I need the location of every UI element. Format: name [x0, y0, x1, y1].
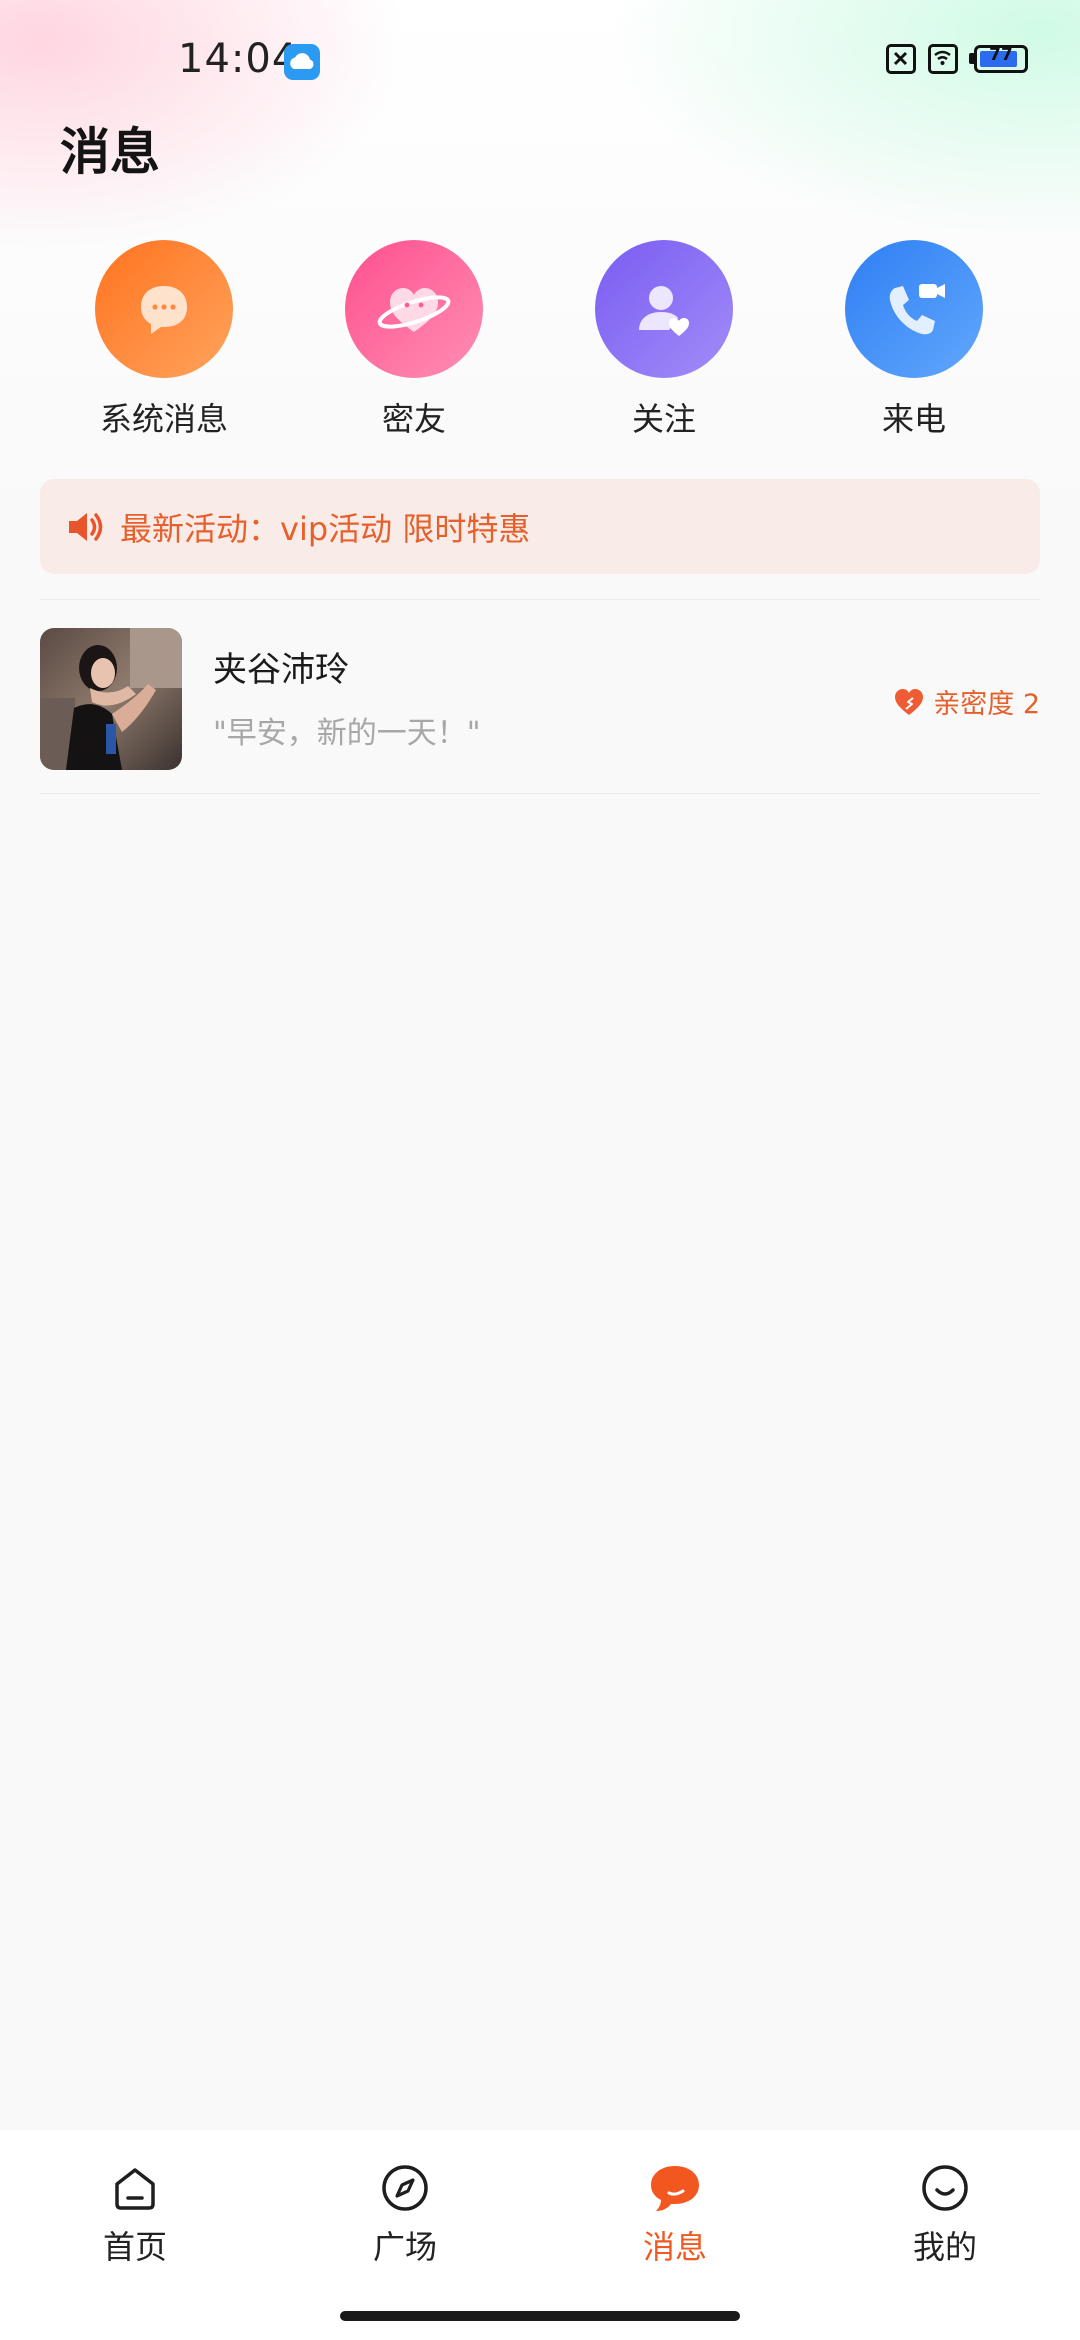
nav-item-messages[interactable]: 消息: [575, 2160, 775, 2268]
bottom-nav: 首页 广场 消息 我的: [0, 2130, 1080, 2340]
home-icon: [115, 2168, 155, 2210]
announcement-banner[interactable]: 最新活动：vip活动 限时特惠: [40, 479, 1040, 574]
shortcut-label: 关注: [631, 400, 696, 438]
cloud-notification-icon: [284, 44, 320, 80]
intimacy-badge: 亲密度 2: [893, 682, 1040, 721]
battery-indicator: 77: [969, 45, 1028, 73]
home-indicator[interactable]: [340, 2311, 740, 2321]
wifi-icon: [928, 44, 958, 74]
page-title: 消息: [60, 123, 160, 181]
phone-video-icon: [845, 240, 983, 378]
message-icon: [651, 2166, 699, 2211]
person-heart-icon: [595, 240, 733, 378]
divider: [40, 793, 1040, 794]
divider: [40, 599, 1040, 600]
smile-icon: [922, 2165, 968, 2211]
chat-bubble-icon: [95, 240, 233, 378]
heart-icon: [895, 688, 924, 715]
intimacy-label: 亲密度 2: [933, 689, 1040, 720]
status-icons: 77: [886, 44, 1028, 74]
speaker-icon: [69, 512, 103, 541]
battery-level: 77: [989, 45, 1013, 65]
no-sim-icon: [886, 44, 916, 74]
chat-name: 夹谷沛玲: [213, 650, 349, 690]
nav-item-home[interactable]: 首页: [35, 2160, 235, 2268]
nav-label: 消息: [642, 2228, 707, 2266]
shortcut-following[interactable]: 关注: [564, 240, 764, 440]
status-time: 14:04: [178, 36, 299, 82]
nav-label: 我的: [912, 2228, 977, 2266]
banner-text: 最新活动：vip活动 限时特惠: [120, 509, 531, 548]
shortcut-close-friends[interactable]: 密友: [314, 240, 514, 440]
shortcut-label: 来电: [881, 400, 946, 438]
avatar: [40, 628, 182, 770]
nav-item-me[interactable]: 我的: [845, 2160, 1045, 2268]
shortcut-label: 系统消息: [99, 400, 228, 438]
nav-label: 首页: [102, 2228, 167, 2266]
status-bar: 14:04 77: [0, 0, 1080, 120]
chat-preview: "早安，新的一天！": [213, 716, 481, 751]
shortcut-system-messages[interactable]: 系统消息: [64, 240, 264, 440]
compass-icon: [382, 2165, 428, 2211]
heart-planet-icon: [345, 240, 483, 378]
chat-list-item[interactable]: 夹谷沛玲 "早安，新的一天！" 亲密度 2: [40, 628, 1040, 772]
shortcut-calls[interactable]: 来电: [814, 240, 1014, 440]
nav-item-square[interactable]: 广场: [305, 2160, 505, 2268]
nav-label: 广场: [372, 2228, 437, 2266]
shortcut-label: 密友: [381, 400, 446, 438]
